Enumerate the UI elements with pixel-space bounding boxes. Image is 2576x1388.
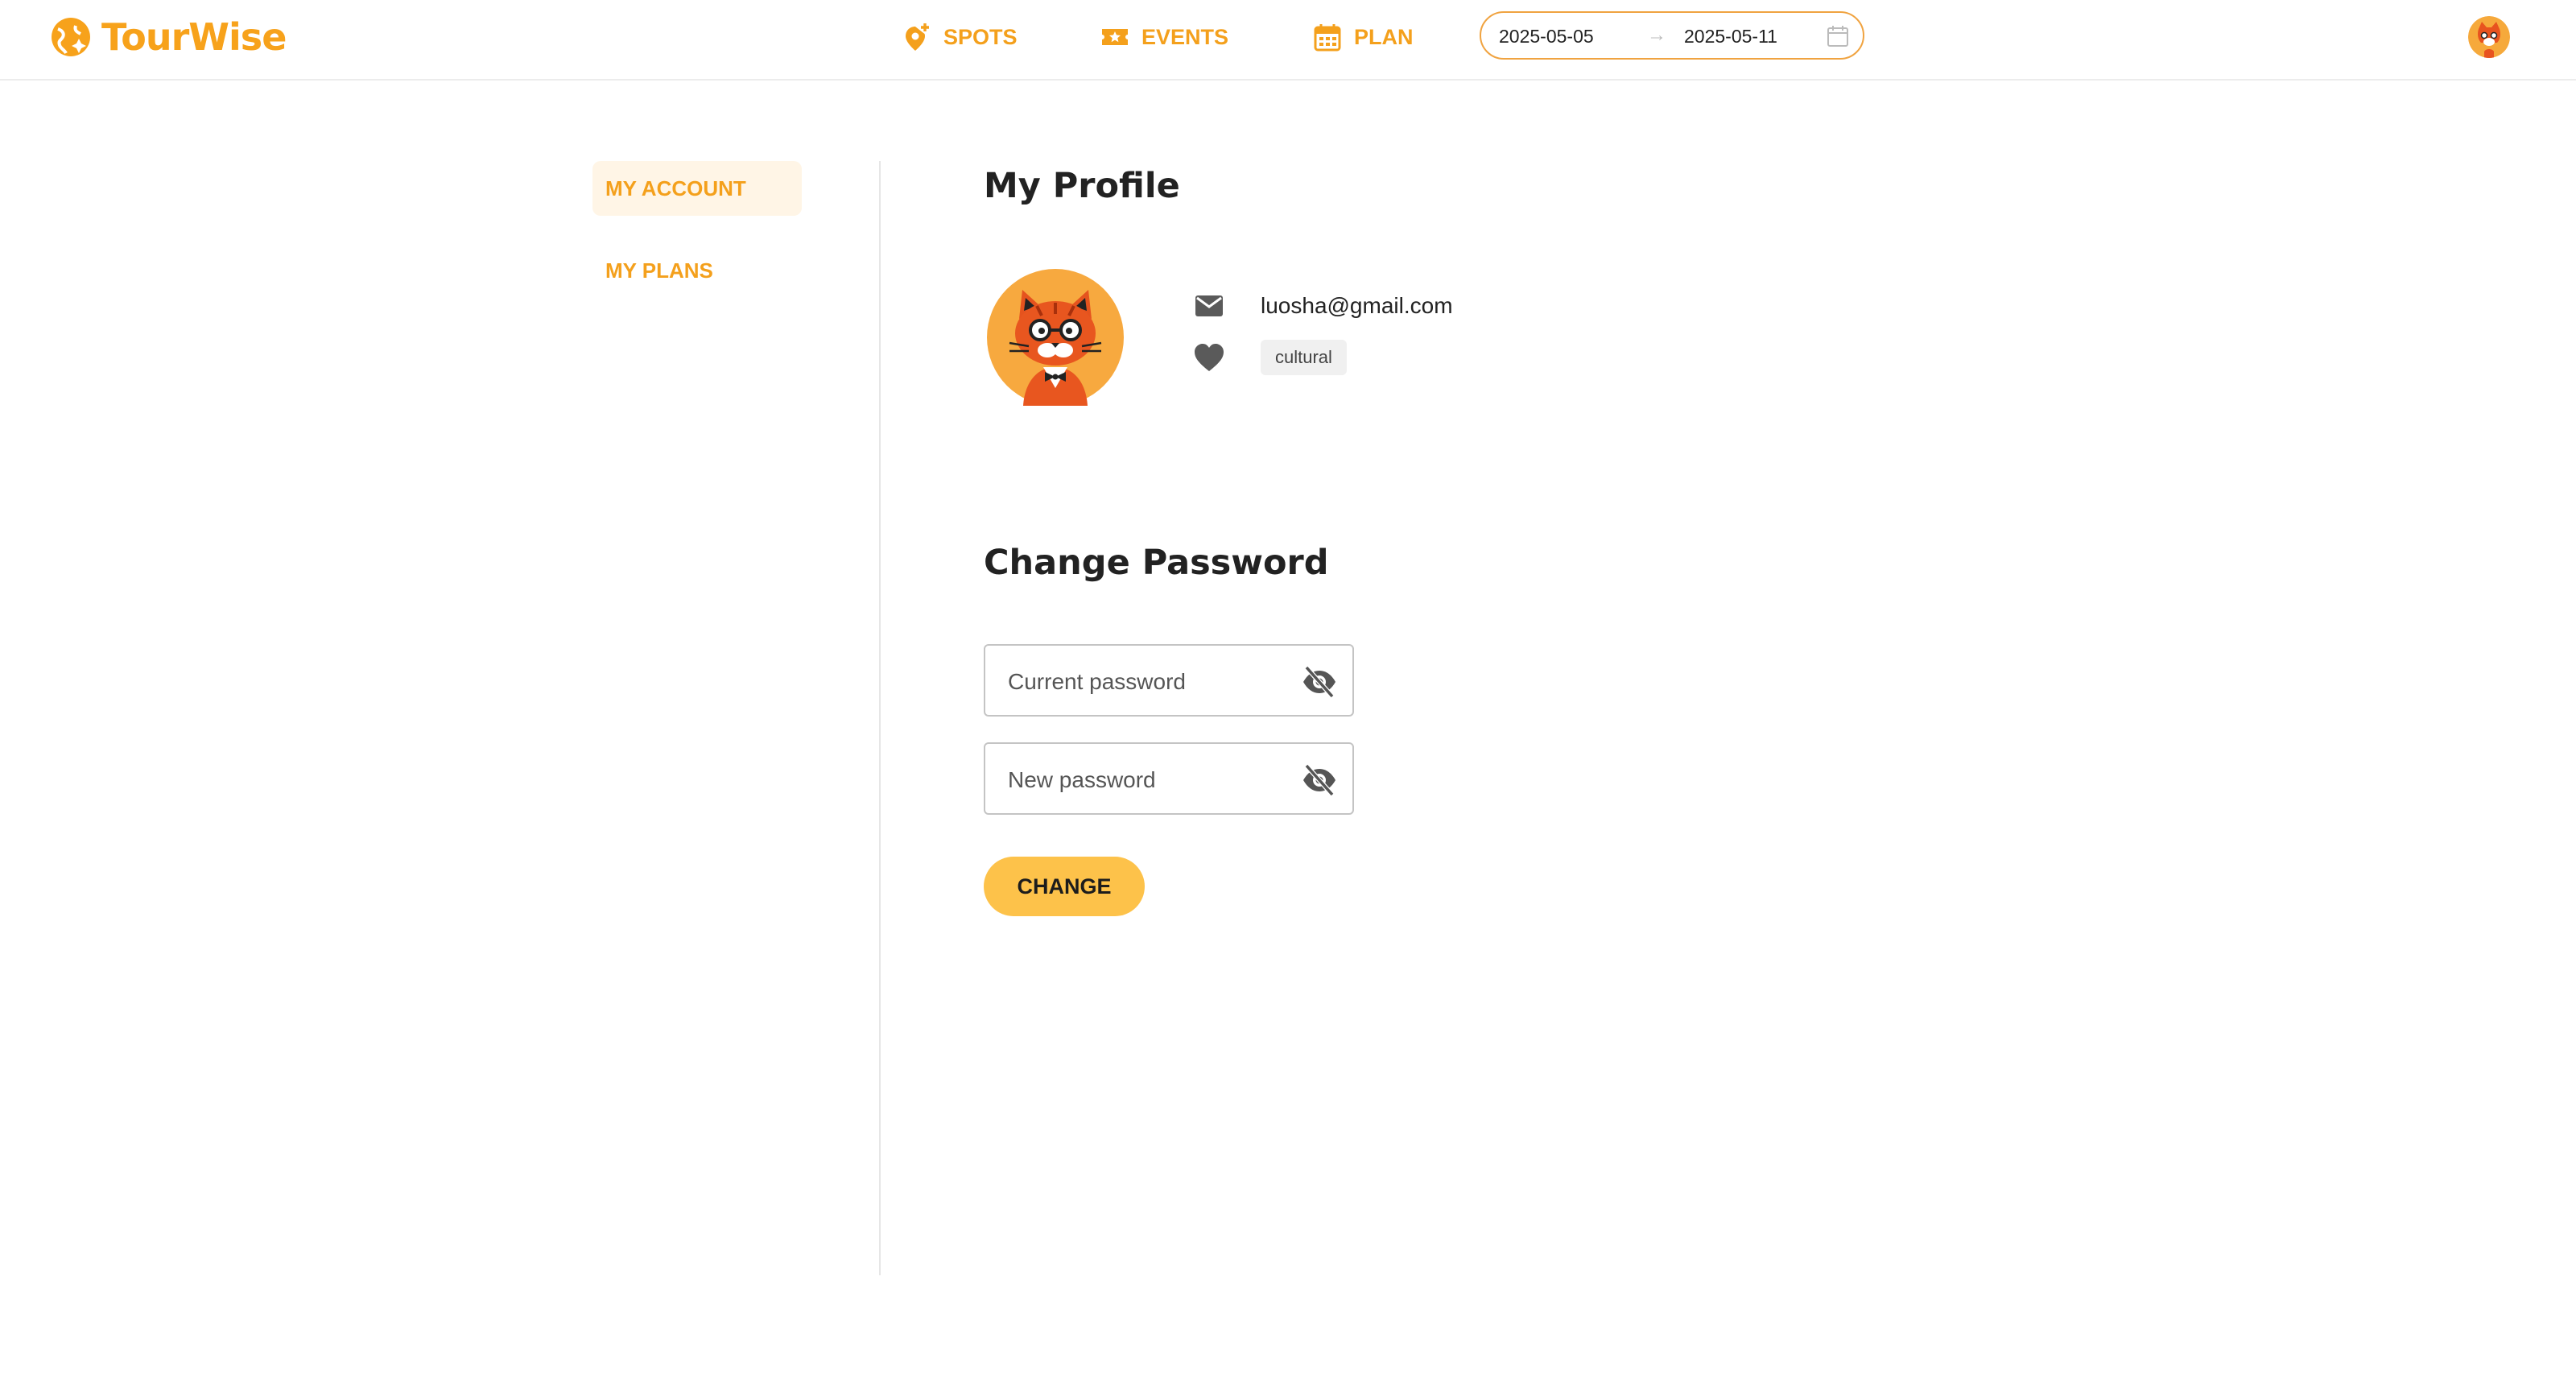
eye-off-icon[interactable]	[1301, 663, 1338, 700]
eye-off-icon[interactable]	[1301, 762, 1338, 799]
date-range-separator: →	[1647, 24, 1666, 46]
sidebar-item-label: MY PLANS	[605, 258, 713, 283]
globe-sparkle-icon	[52, 18, 90, 56]
sidebar-item-my-plans[interactable]: MY PLANS	[592, 243, 802, 298]
mail-icon	[1195, 295, 1223, 316]
date-range-picker[interactable]: 2025-05-05 → 2025-05-11	[1480, 11, 1864, 60]
profile-title: My Profile	[984, 166, 1180, 206]
map-pin-plus-icon	[906, 23, 929, 51]
sidebar-item-label: MY ACCOUNT	[605, 176, 746, 200]
user-avatar[interactable]	[2468, 16, 2510, 58]
change-password-title: Change Password	[984, 543, 1329, 583]
nav-plan[interactable]: PLAN	[1312, 19, 1414, 55]
heart-icon	[1195, 344, 1224, 371]
calendar-icon	[1827, 26, 1848, 47]
profile-avatar	[987, 269, 1124, 406]
current-password-field	[984, 644, 1354, 717]
change-password-button[interactable]: CHANGE	[984, 857, 1145, 916]
sidebar-item-my-account[interactable]: MY ACCOUNT	[592, 161, 802, 216]
nav-spots-label: SPOTS	[943, 24, 1018, 49]
start-date[interactable]: 2025-05-05	[1499, 26, 1594, 48]
nav-plan-label: PLAN	[1354, 24, 1414, 49]
sidebar-divider	[879, 161, 881, 1275]
brand-name: TourWise	[101, 15, 287, 59]
ticket-star-icon	[1102, 29, 1128, 45]
end-date[interactable]: 2025-05-11	[1684, 26, 1777, 48]
cat-avatar-icon	[2468, 16, 2510, 58]
interest-tag: cultural	[1261, 340, 1347, 375]
top-navbar: TourWise SPOTS EVENTS PLAN 2025-05-05 → …	[0, 0, 2576, 81]
nav-events-label: EVENTS	[1141, 24, 1229, 49]
nav-spots[interactable]: SPOTS	[902, 19, 1018, 55]
new-password-field	[984, 742, 1354, 815]
current-password-input[interactable]	[1006, 663, 1283, 700]
new-password-input[interactable]	[1006, 762, 1283, 799]
brand-logo[interactable]: TourWise	[48, 11, 287, 63]
profile-email: luosha@gmail.com	[1261, 293, 1453, 318]
calendar-icon	[1314, 24, 1341, 52]
nav-events[interactable]: EVENTS	[1100, 19, 1228, 55]
